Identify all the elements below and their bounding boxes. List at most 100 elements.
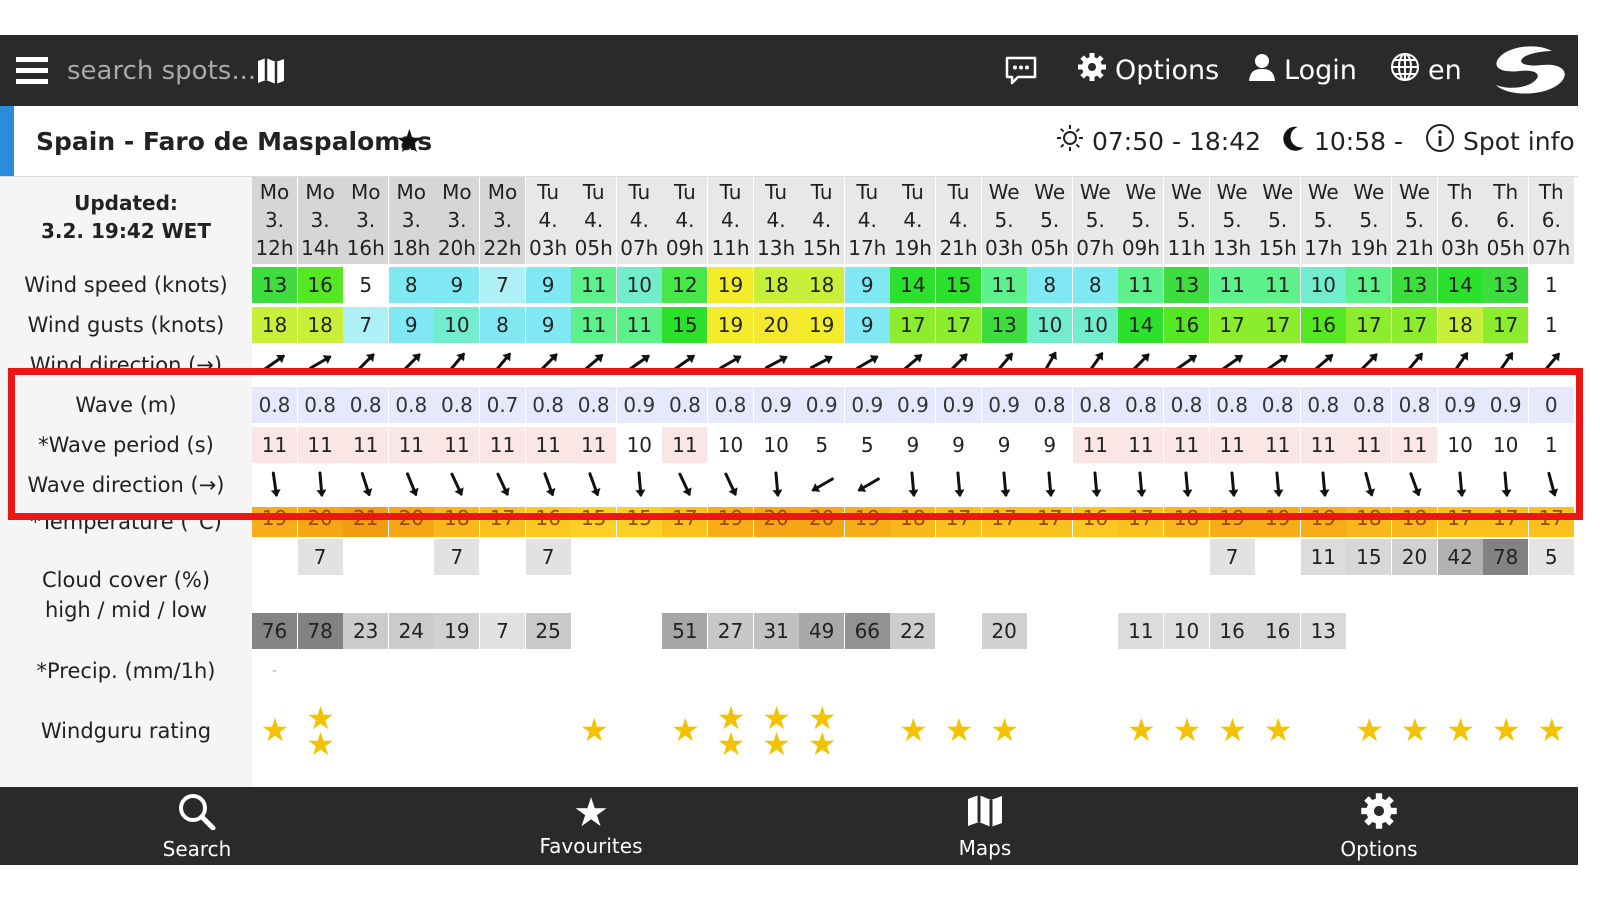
- label-cloud-cover: Cloud cover (%): [41, 568, 211, 592]
- forecast-table[interactable]: Mo 3. 12h 13 18 0.8 11 19 76- ★ Mo 3. 14h 16 18 0.8 11 20…: [252, 177, 1578, 787]
- wind-arrow-icon: [1497, 352, 1514, 369]
- wind-speed-cell: 13: [1392, 267, 1437, 303]
- temperature-cell: 19: [1300, 507, 1346, 537]
- nav-maps[interactable]: Maps: [885, 787, 1085, 865]
- header-date: 3.: [447, 208, 467, 232]
- temperature-cell: 19: [1209, 507, 1255, 537]
- temperature-cell: 18: [1392, 507, 1437, 537]
- header-date: 4.: [675, 208, 695, 232]
- wave-arrow-icon: [1456, 471, 1467, 497]
- forecast-column: We 5. 19h 11 17 0.8 11 18 15 ★: [1346, 177, 1392, 787]
- favourite-star-icon[interactable]: ★: [395, 124, 424, 158]
- header-hour: 09h: [1121, 236, 1160, 260]
- header-day: Th: [1493, 180, 1519, 204]
- wave-period-cell: 11: [1072, 427, 1118, 463]
- wave-direction-cell: [754, 467, 800, 503]
- wind-arrow-icon: [1175, 354, 1197, 369]
- spot-info-button[interactable]: Spot info: [1425, 106, 1575, 176]
- wave-direction-cell: [1392, 467, 1438, 503]
- cloud-high-cell: 7: [525, 539, 571, 575]
- wind-arrow-icon: [1266, 354, 1289, 369]
- wind-direction-cell: [1301, 347, 1347, 369]
- sun-times: 07:50 - 18:42: [1056, 106, 1261, 176]
- wave-direction-cell: [1301, 467, 1347, 503]
- wave-direction-cell: [617, 467, 663, 503]
- header-date: 6.: [1541, 208, 1561, 232]
- wave-arrow-icon: [724, 472, 738, 496]
- wind-arrow-icon: [401, 353, 421, 369]
- map-icon[interactable]: [256, 35, 286, 106]
- label-wave-period: *Wave period (s): [38, 433, 214, 457]
- header-hour: 18h: [392, 236, 431, 260]
- header-date: 6.: [1450, 208, 1470, 232]
- nav-search[interactable]: Search: [97, 787, 297, 865]
- wave-period-cell: 9: [890, 427, 936, 463]
- wave-arrow-icon: [857, 477, 880, 492]
- column-header: We 5. 05h: [1027, 177, 1073, 264]
- wind-direction-cell: [708, 347, 754, 369]
- header-date: 5.: [1359, 208, 1379, 232]
- wave-arrow-icon: [588, 472, 601, 497]
- wave-arrow-icon: [635, 471, 646, 497]
- header-date: 4.: [948, 208, 969, 232]
- column-header: Tu 4. 13h: [753, 177, 799, 264]
- column-header: Mo 3. 22h: [480, 177, 525, 264]
- cloud-low-cell: 19: [434, 613, 480, 649]
- header-hour: 03h: [985, 236, 1024, 260]
- wind-speed-cell: 10: [616, 267, 662, 303]
- wind-speed-cell: 8: [1072, 267, 1118, 303]
- column-header: Tu 4. 09h: [662, 177, 708, 264]
- wave-arrow-icon: [1409, 472, 1422, 497]
- options-button[interactable]: Options: [1077, 35, 1219, 106]
- header-hour: 12h: [255, 236, 294, 260]
- wave-period-cell: 10: [1437, 427, 1483, 463]
- header-day: We: [1216, 180, 1248, 204]
- wave-arrow-icon: [772, 471, 783, 497]
- wind-gust-cell: 19: [708, 307, 753, 343]
- temperature-cell: 20: [799, 507, 845, 537]
- wind-speed-cell: 16: [297, 267, 343, 303]
- column-header: Mo 3. 12h: [252, 177, 297, 264]
- wind-direction-cell: [1210, 347, 1256, 369]
- chat-icon[interactable]: [1004, 35, 1038, 106]
- language-selector[interactable]: en: [1390, 35, 1462, 106]
- wind-arrow-icon: [949, 353, 968, 369]
- wave-arrow-icon: [678, 472, 693, 496]
- bottom-nav: Search ★ Favourites Maps Options: [0, 787, 1578, 865]
- wave-direction-cell: [434, 467, 480, 503]
- nav-options[interactable]: Options: [1279, 787, 1479, 865]
- header-hour: 07h: [1076, 236, 1115, 260]
- header-date: 3.: [492, 208, 513, 232]
- cloud-high-cell: 11: [1300, 539, 1346, 575]
- nav-favourites[interactable]: ★ Favourites: [491, 787, 691, 865]
- rating-star-icon: ★: [944, 711, 974, 749]
- wind-arrow-icon: [1221, 354, 1243, 369]
- forecast-column: Mo 3. 14h 16 18 0.8 11 20 7 78 ★ ★: [297, 177, 344, 787]
- wind-speed-cell: 11: [1118, 267, 1164, 303]
- header-date: 4.: [584, 208, 604, 232]
- rating-star-icon: ★: [1263, 711, 1293, 749]
- temperature-cell: 17: [662, 507, 708, 537]
- temperature-cell: 17: [1437, 507, 1483, 537]
- wind-arrow-icon: [308, 355, 331, 369]
- login-button[interactable]: Login: [1248, 35, 1357, 106]
- cloud-low-cell: 31: [753, 613, 799, 649]
- wind-speed-cell: 13: [1483, 267, 1529, 303]
- wave-period-cell: 11: [343, 427, 389, 463]
- windguru-logo-icon[interactable]: [1490, 35, 1570, 106]
- wind-gust-cell: 18: [1437, 307, 1483, 343]
- header-date: 4.: [857, 208, 877, 232]
- wind-direction-cell: [571, 347, 617, 369]
- wind-direction-cell: [617, 347, 663, 369]
- menu-icon[interactable]: [15, 35, 49, 106]
- header-hour: 03h: [1441, 236, 1480, 260]
- rating-star-icon: ★: [1400, 711, 1430, 749]
- spot-info-label: Spot info: [1463, 126, 1575, 156]
- wave-direction-cell: [982, 467, 1028, 503]
- wind-arrow-icon: [538, 353, 558, 369]
- label-rating: Windguru rating: [40, 719, 212, 743]
- search-input[interactable]: search spots...: [67, 35, 256, 106]
- wind-gust-cell: 10: [434, 307, 480, 343]
- wave-period-cell: 10: [616, 427, 662, 463]
- wind-gust-cell: 18: [252, 307, 297, 343]
